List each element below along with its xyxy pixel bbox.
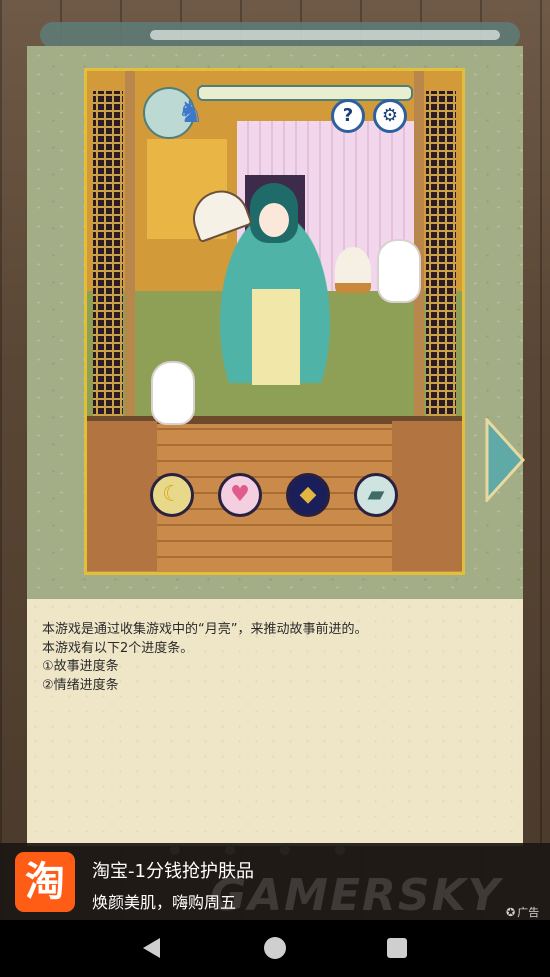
gamersky-watermark: GAMERSKY — [210, 870, 502, 921]
background-progress-bar — [40, 22, 520, 48]
rabbit-character — [151, 361, 195, 425]
recents-square-icon[interactable] — [387, 938, 407, 958]
taobao-logo[interactable]: 淘 — [15, 852, 75, 912]
preview-railing — [87, 421, 157, 571]
chevron-right-icon — [485, 418, 525, 502]
tutorial-line: ①故事进度条 — [42, 659, 119, 674]
back-triangle-icon[interactable] — [143, 938, 160, 958]
background-progress-fill — [150, 30, 500, 40]
preview-pillar — [125, 71, 135, 431]
tutorial-text: 本游戏是通过收集游戏中的“月亮”，来推动故事前进的。 本游戏有以下2个进度条。 … — [42, 621, 512, 695]
preview-railing — [392, 421, 462, 571]
help-icon: ? — [331, 99, 365, 133]
dango-offering — [335, 247, 371, 293]
princess-character-face — [259, 203, 289, 237]
princess-character-skirt — [252, 289, 300, 385]
android-navigation-bar — [0, 920, 550, 977]
tutorial-screenshot-preview: ♞ ? ⚙ ☾ ♥ ◆ ▰ — [84, 68, 465, 575]
gear-icon: ⚙ — [373, 99, 407, 133]
moon-icon: ☾ — [150, 473, 194, 517]
home-circle-icon[interactable] — [264, 937, 286, 959]
tutorial-line: ②情绪进度条 — [42, 677, 119, 693]
tutorial-line: 本游戏是通过收集游戏中的“月亮”，来推动故事前进的。 — [42, 622, 368, 637]
rabbit-character — [377, 239, 421, 303]
book-icon: ▰ — [354, 473, 398, 517]
tutorial-line: 本游戏有以下2个进度条。 — [42, 640, 194, 656]
ad-badge-icon: ✪ — [506, 906, 516, 919]
heart-icon: ♥ — [218, 473, 262, 517]
ad-label-text: 广告 — [517, 906, 540, 919]
preview-progress-bar — [197, 85, 413, 101]
tutorial-text-panel: 本游戏是通过收集游戏中的“月亮”，来推动故事前进的。 本游戏有以下2个进度条。 … — [27, 599, 523, 846]
rabbit-icon: ♞ — [177, 95, 204, 130]
next-page-button[interactable] — [485, 418, 525, 502]
ad-label[interactable]: ✪ 广告 — [506, 904, 539, 920]
diamond-icon: ◆ — [286, 473, 330, 517]
